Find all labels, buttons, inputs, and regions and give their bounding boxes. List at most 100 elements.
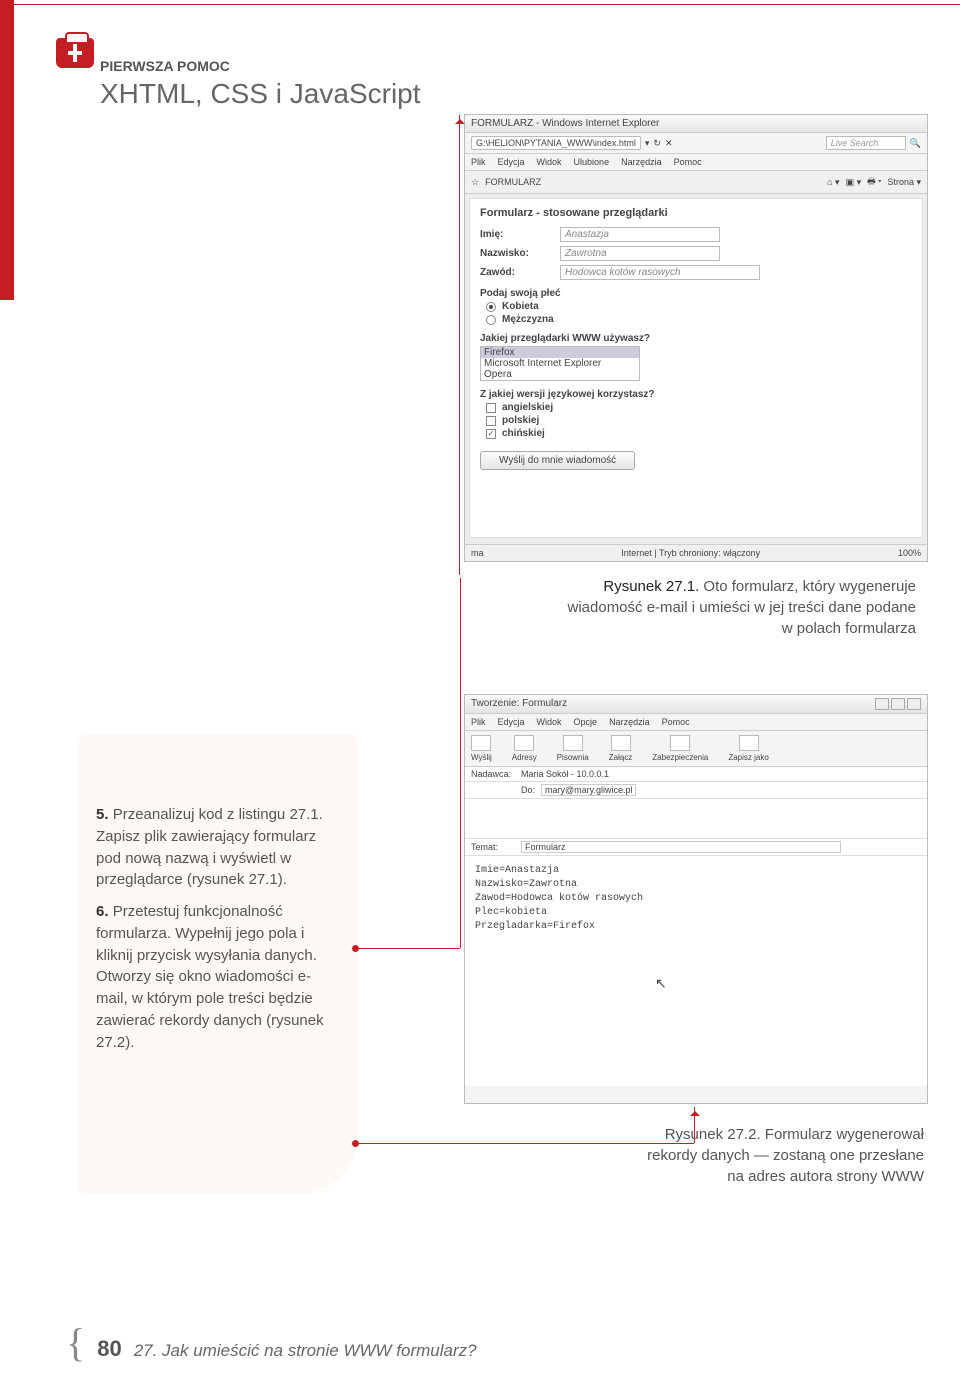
spell-icon[interactable]: [563, 735, 583, 751]
radio-label: Kobieta: [502, 301, 539, 312]
body-line: Nazwisko=Zawrotna: [475, 878, 917, 892]
list-item[interactable]: Microsoft Internet Explorer: [481, 358, 639, 369]
menu-item[interactable]: Narzędzia: [609, 717, 650, 727]
body-line: Zawod=Hodowca kotów rasowych: [475, 892, 917, 906]
menu-item[interactable]: Edycja: [498, 157, 525, 167]
subject-value[interactable]: Formularz: [521, 841, 841, 853]
attach-icon[interactable]: [611, 735, 631, 751]
footer-text: 27. Jak umieścić na stronie WWW formular…: [134, 1341, 477, 1361]
status-left: ma: [471, 548, 484, 558]
page-body: Formularz - stosowane przeglądarki Imię:…: [469, 198, 923, 538]
step-5: 5. Przeanalizuj kod z listingu 27.1. Zap…: [96, 804, 340, 891]
favorites-icon[interactable]: ☆: [471, 177, 479, 188]
zoom-level[interactable]: 100%: [898, 548, 921, 558]
feed-icon[interactable]: ▣ ▾: [846, 177, 862, 188]
menu-item[interactable]: Plik: [471, 157, 486, 167]
menu-item[interactable]: Pomoc: [662, 717, 690, 727]
menu-item[interactable]: Ulubione: [574, 157, 610, 167]
label-nazwisko: Nazwisko:: [480, 248, 550, 259]
first-aid-icon: [56, 38, 94, 68]
menu-item[interactable]: Pomoc: [674, 157, 702, 167]
input-imie[interactable]: Anastazja: [560, 227, 720, 242]
window-title: Tworzenie: Formularz: [471, 698, 567, 710]
step-6: 6. Przetestuj funkcjonalność formularza.…: [96, 901, 340, 1053]
check-label: polskiej: [502, 415, 539, 426]
maximize-button[interactable]: [891, 698, 905, 710]
form-heading: Formularz - stosowane przeglądarki: [480, 207, 912, 219]
input-nazwisko[interactable]: Zawrotna: [560, 246, 720, 261]
menu-item[interactable]: Widok: [537, 717, 562, 727]
check-label: chińskiej: [502, 428, 545, 439]
lang-heading: Z jakiej wersji językowej korzystasz?: [480, 389, 912, 400]
minimize-button[interactable]: [875, 698, 889, 710]
addresses-icon[interactable]: [514, 735, 534, 751]
search-icon[interactable]: 🔍: [910, 138, 921, 149]
tool-label: Zapisz jako: [728, 753, 768, 762]
tool-label: Zabezpieczenia: [652, 753, 708, 762]
check-polskiej[interactable]: [486, 416, 496, 426]
chapter-title: XHTML, CSS i JavaScript: [100, 78, 421, 110]
page-footer: { 80 27. Jak umieścić na stronie WWW for…: [66, 1331, 477, 1362]
body-line: Plec=kobieta: [475, 906, 917, 920]
check-chinskiej[interactable]: [486, 429, 496, 439]
check-label: angielskiej: [502, 402, 553, 413]
to-value[interactable]: mary@mary.gliwice.pl: [541, 784, 636, 796]
send-icon[interactable]: [471, 735, 491, 751]
window-title: FORMULARZ - Windows Internet Explorer: [465, 115, 927, 133]
body-line: Przegladarka=Firefox: [475, 920, 917, 934]
browser-heading: Jakiej przeglądarki WWW używasz?: [480, 333, 912, 344]
radio-kobieta[interactable]: [486, 302, 496, 312]
body-line: Imie=Anastazja: [475, 864, 917, 878]
page-menu[interactable]: Strona ▾: [887, 177, 921, 188]
callout-line-1: [356, 948, 460, 949]
saveas-icon[interactable]: [739, 735, 759, 751]
submit-button[interactable]: Wyślij do mnie wiadomość: [480, 451, 635, 470]
cursor-icon: ↖: [655, 975, 667, 992]
search-box[interactable]: Live Search: [826, 136, 906, 150]
figure-caption-1: Rysunek 27.1. Oto formularz, który wygen…: [556, 576, 916, 639]
subject-label: Temat:: [471, 842, 521, 852]
menu-item[interactable]: Opcje: [574, 717, 598, 727]
callout-arrow-1: [459, 115, 460, 575]
brace-icon: {: [66, 1331, 85, 1355]
figure-caption-2: Rysunek 27.2. Formularz wygenerował reko…: [640, 1124, 924, 1187]
tool-label: Pisownia: [557, 753, 589, 762]
address-bar[interactable]: G:\HELION\PYTANIA_WWW\index.html: [471, 136, 641, 150]
security-icon[interactable]: [670, 735, 690, 751]
tool-label: Wyślij: [471, 753, 492, 762]
stop-icon[interactable]: ✕: [665, 138, 673, 149]
menu-item[interactable]: Narzędzia: [621, 157, 662, 167]
check-angielskiej[interactable]: [486, 403, 496, 413]
label-zawod: Zawód:: [480, 267, 550, 278]
radio-label: Mężczyzna: [502, 314, 554, 325]
go-button[interactable]: ▾: [645, 138, 650, 149]
margin-red-bar: [0, 0, 14, 300]
print-icon[interactable]: 🖶 ▾: [867, 174, 881, 190]
from-value[interactable]: Maria Sokół - 10.0.0.1: [521, 769, 609, 779]
radio-mezczyzna[interactable]: [486, 315, 496, 325]
gender-heading: Podaj swoją płeć: [480, 288, 912, 299]
refresh-icon[interactable]: ↻: [653, 138, 661, 149]
tool-label: Załącz: [609, 753, 633, 762]
menu-item[interactable]: Plik: [471, 717, 486, 727]
list-item[interactable]: Firefox: [481, 347, 639, 358]
screenshot-mail-compose: Tworzenie: Formularz Plik Edycja Widok O…: [464, 694, 928, 1104]
browser-listbox[interactable]: Firefox Microsoft Internet Explorer Oper…: [480, 346, 640, 381]
home-icon[interactable]: ⌂ ▾: [827, 177, 839, 188]
screenshot-ie-form: FORMULARZ - Windows Internet Explorer G:…: [464, 114, 928, 562]
mail-body[interactable]: Imie=Anastazja Nazwisko=Zawrotna Zawod=H…: [465, 856, 927, 1086]
menu-item[interactable]: Widok: [537, 157, 562, 167]
top-red-rule: [14, 4, 960, 5]
series-title: PIERWSZA POMOC: [100, 58, 230, 74]
caption-title: Rysunek 27.2.: [665, 1126, 761, 1143]
menu-bar: Plik Edycja Widok Ulubione Narzędzia Pom…: [465, 154, 927, 171]
close-button[interactable]: [907, 698, 921, 710]
label-imie: Imię:: [480, 229, 550, 240]
tab[interactable]: FORMULARZ: [485, 177, 541, 187]
list-item[interactable]: Opera: [481, 369, 639, 380]
tool-label: Adresy: [512, 753, 537, 762]
to-label: Do:: [471, 785, 541, 795]
input-zawod[interactable]: Hodowca kotów rasowych: [560, 265, 760, 280]
menu-item[interactable]: Edycja: [498, 717, 525, 727]
caption-title: Rysunek 27.1.: [603, 578, 699, 595]
